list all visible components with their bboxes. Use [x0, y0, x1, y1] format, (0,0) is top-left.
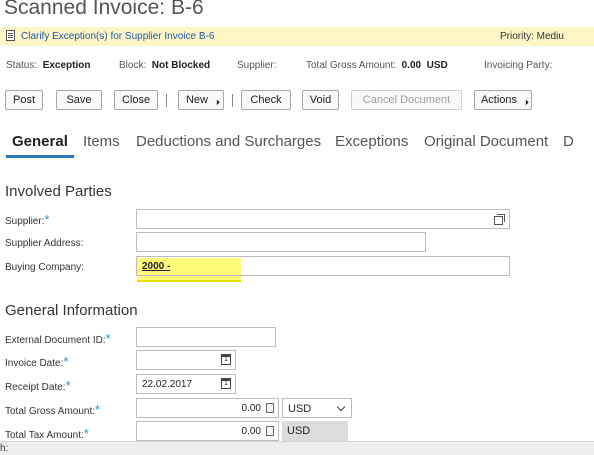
supplier-field: Supplier:	[237, 60, 277, 71]
receipt-date-label: Receipt Date:*	[5, 378, 71, 393]
total-tax-currency-field: USD	[282, 421, 348, 441]
required-indicator: *	[65, 378, 71, 393]
invoice-date-label: Invoice Date:*	[5, 354, 69, 369]
actions-button-label: Actions	[480, 94, 518, 106]
priority-text: Priority: Mediu	[500, 31, 564, 42]
total-tax-amount-label: Total Tax Amount:*	[5, 426, 89, 441]
required-indicator: *	[105, 331, 111, 346]
task-bar: Clarify Exception(s) for Supplier Invoic…	[0, 27, 594, 46]
chevron-down-icon	[336, 402, 346, 412]
gross-amount-currency: USD	[426, 60, 448, 71]
general-information-title: General Information	[5, 302, 138, 319]
new-button-label: New	[185, 94, 208, 106]
check-button[interactable]: Check	[241, 90, 291, 110]
supplier-address-input[interactable]	[136, 232, 426, 252]
buying-company-value: 2000 -	[142, 261, 171, 272]
tab-deductions-surcharges[interactable]: Deductions and Surcharges	[136, 133, 321, 150]
block-field: Block: Not Blocked	[119, 60, 211, 71]
dropdown-arrow-icon	[523, 99, 529, 106]
supplier-input[interactable]	[136, 209, 510, 229]
total-tax-currency-value: USD	[287, 425, 311, 437]
bottom-bar: h:	[0, 441, 594, 455]
required-indicator: *	[63, 354, 69, 369]
document-icon	[6, 30, 15, 41]
post-button[interactable]: Post	[5, 90, 43, 110]
void-button[interactable]: Void	[302, 90, 339, 110]
total-gross-amount-input[interactable]: 0.00	[136, 398, 279, 418]
tab-general[interactable]: General	[12, 133, 68, 150]
total-gross-amount-label: Total Gross Amount:*	[5, 402, 101, 417]
calculator-icon[interactable]	[266, 426, 274, 436]
supplier-address-label: Supplier Address:	[5, 238, 84, 249]
buying-company-label: Buying Company:	[5, 262, 84, 273]
tab-exceptions[interactable]: Exceptions	[335, 133, 408, 150]
total-tax-amount-value: 0.00	[241, 426, 261, 437]
receipt-date-value: 22.02.2017	[142, 379, 193, 390]
required-indicator: *	[83, 426, 89, 441]
invoice-date-input[interactable]	[136, 350, 236, 370]
calculator-icon[interactable]	[266, 403, 274, 413]
tab-more[interactable]: D	[563, 133, 574, 150]
task-link[interactable]: Clarify Exception(s) for Supplier Invoic…	[21, 31, 214, 42]
gross-amount-value: 0.00	[401, 60, 422, 71]
status-bar: Status: Exception Block: Not Blocked Sup…	[0, 57, 594, 75]
calendar-icon[interactable]	[221, 354, 231, 365]
gross-amount-field: Total Gross Amount: 0.00 USD	[306, 60, 448, 71]
page-title: Scanned Invoice: B-6	[4, 0, 204, 19]
status-value: Exception	[42, 60, 91, 71]
status-field: Status: Exception	[6, 60, 91, 71]
toolbar-separator	[166, 94, 167, 107]
involved-parties-title: Involved Parties	[5, 183, 112, 200]
active-tab-indicator	[6, 155, 74, 158]
total-tax-amount-input[interactable]: 0.00	[136, 421, 279, 441]
cancel-document-button[interactable]: Cancel Document	[351, 90, 462, 110]
supplier-label: Supplier:*	[5, 212, 50, 227]
tab-items[interactable]: Items	[83, 133, 120, 150]
toolbar-separator	[232, 94, 233, 107]
external-document-id-label: External Document ID:*	[5, 331, 111, 346]
total-gross-currency-select[interactable]: USD	[282, 398, 352, 418]
receipt-date-input[interactable]: 22.02.2017	[136, 374, 236, 394]
total-gross-currency-value: USD	[288, 403, 312, 415]
required-indicator: *	[44, 212, 50, 227]
actions-button[interactable]: Actions	[474, 90, 532, 110]
new-button[interactable]: New	[178, 90, 224, 110]
value-help-icon[interactable]	[494, 214, 505, 225]
external-document-id-input[interactable]	[136, 327, 276, 347]
calendar-icon[interactable]	[221, 378, 231, 389]
total-gross-amount-value: 0.00	[241, 403, 261, 414]
tab-bar: General Items Deductions and Surcharges …	[0, 133, 594, 158]
footer-text: h:	[0, 443, 9, 454]
dropdown-arrow-icon	[214, 99, 220, 106]
block-value: Not Blocked	[151, 60, 211, 71]
buying-company-input[interactable]: 2000 -	[136, 256, 510, 276]
required-indicator: *	[95, 402, 101, 417]
close-button[interactable]: Close	[114, 90, 158, 110]
save-button[interactable]: Save	[56, 90, 102, 110]
invoicing-party-field: Invoicing Party:	[484, 60, 553, 71]
tab-original-document[interactable]: Original Document	[424, 133, 548, 150]
